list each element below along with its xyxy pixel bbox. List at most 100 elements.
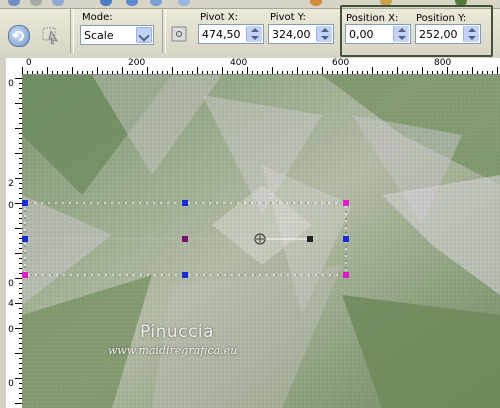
ruler-tick — [92, 71, 93, 74]
pivot-y-value: 324,00 — [272, 28, 311, 41]
ruler-tick — [82, 71, 83, 74]
toolbar-icon-3[interactable] — [52, 0, 64, 6]
ruler-tick — [15, 253, 22, 254]
ruler-tick — [162, 71, 163, 74]
reset-icon[interactable] — [8, 25, 30, 47]
ruler-tick — [52, 71, 53, 74]
ruler-tick — [317, 71, 318, 74]
toolbar-icon-8[interactable] — [310, 0, 322, 6]
ruler-tick — [122, 67, 123, 74]
ruler-tick — [407, 71, 408, 74]
ruler-label: 2 — [8, 179, 14, 189]
ruler-tick — [15, 278, 22, 279]
ruler-tick — [137, 71, 138, 74]
ruler-tick — [372, 67, 373, 74]
pivot-y-stepper[interactable] — [316, 26, 332, 42]
ruler-tick — [102, 71, 103, 74]
spin-down-icon[interactable] — [321, 36, 329, 40]
ruler-tick — [32, 71, 33, 74]
watermark-name: Pinuccia — [140, 322, 214, 342]
ruler-label: 200 — [128, 58, 146, 68]
pivot-y-input[interactable]: 324,00 — [268, 24, 334, 44]
ruler-tick — [382, 71, 383, 74]
ruler-tick — [15, 228, 22, 229]
toolbar-icon-4[interactable] — [100, 0, 112, 6]
handle-top-right[interactable] — [343, 200, 349, 206]
ruler-tick — [417, 71, 418, 74]
ruler-tick — [117, 71, 118, 74]
ruler-tick — [187, 71, 188, 74]
pick-tool-icon[interactable] — [40, 23, 62, 45]
ruler-tick — [492, 71, 493, 74]
handle-center[interactable] — [182, 236, 188, 242]
ruler-tick — [252, 71, 253, 74]
ruler-tick — [22, 67, 23, 74]
ruler-tick — [182, 71, 183, 74]
vertical-ruler: 0 2 0 0 4 0 0 — [6, 74, 23, 408]
ruler-tick — [207, 71, 208, 74]
ruler-label: 600 — [332, 58, 350, 68]
ruler-tick — [477, 71, 478, 74]
spin-up-icon[interactable] — [251, 28, 259, 32]
toolbar-icon-1[interactable] — [8, 0, 20, 6]
ruler-tick — [357, 71, 358, 74]
handle-middle-right[interactable] — [343, 236, 349, 242]
toolbar-icon-6[interactable] — [150, 0, 162, 6]
ruler-tick — [15, 178, 22, 179]
ruler-label: 0 — [8, 279, 14, 289]
handle-middle-left[interactable] — [22, 236, 28, 242]
pivot-x-label: Pivot X: — [200, 12, 238, 23]
ruler-tick — [15, 378, 22, 379]
ruler-tick — [15, 328, 22, 329]
ruler-tick — [257, 71, 258, 74]
pivot-icon[interactable] — [170, 25, 188, 43]
rotation-handle[interactable] — [307, 236, 313, 242]
ruler-tick — [15, 203, 22, 204]
ruler-tick — [352, 71, 353, 74]
ruler-tick — [312, 71, 313, 74]
handle-bottom-middle[interactable] — [182, 272, 188, 278]
ruler-tick — [402, 71, 403, 74]
ruler-tick — [392, 71, 393, 74]
spin-down-icon[interactable] — [251, 36, 259, 40]
ruler-tick — [307, 71, 308, 74]
ruler-tick — [27, 71, 28, 74]
mode-select[interactable]: Scale — [80, 25, 154, 45]
ruler-tick — [87, 71, 88, 74]
image-canvas[interactable] — [22, 75, 500, 408]
ruler-tick — [437, 71, 438, 74]
ruler-tick — [387, 71, 388, 74]
mode-label: Mode: — [82, 12, 113, 23]
ruler-tick — [142, 71, 143, 74]
ruler-label: 0 — [8, 379, 14, 389]
ruler-tick — [277, 71, 278, 74]
pivot-x-input[interactable]: 474,50 — [198, 24, 264, 44]
ruler-tick — [362, 71, 363, 74]
ruler-tick — [472, 67, 473, 74]
toolbar-icon-7[interactable] — [178, 0, 190, 6]
chevron-down-icon[interactable] — [136, 27, 152, 43]
ruler-tick — [67, 71, 68, 74]
ruler-tick — [157, 71, 158, 74]
handle-bottom-right[interactable] — [343, 272, 349, 278]
ruler-tick — [247, 67, 248, 74]
ruler-tick — [377, 71, 378, 74]
toolbar-icon-5[interactable] — [126, 0, 138, 6]
ruler-tick — [422, 67, 423, 74]
ruler-tick — [267, 71, 268, 74]
ruler-tick — [172, 67, 173, 74]
ruler-tick — [147, 67, 148, 74]
spin-up-icon[interactable] — [321, 28, 329, 32]
toolbar-icon-2[interactable] — [30, 0, 42, 6]
ruler-tick — [287, 71, 288, 74]
handle-bottom-left[interactable] — [22, 272, 28, 278]
pivot-x-stepper[interactable] — [246, 26, 262, 42]
separator — [70, 9, 74, 53]
ruler-tick — [202, 71, 203, 74]
mode-value: Scale — [84, 29, 114, 42]
ruler-label: 800 — [434, 58, 452, 68]
handle-top-middle[interactable] — [182, 200, 188, 206]
ruler-tick — [412, 71, 413, 74]
ruler-tick — [15, 353, 22, 354]
handle-top-left[interactable] — [22, 200, 28, 206]
